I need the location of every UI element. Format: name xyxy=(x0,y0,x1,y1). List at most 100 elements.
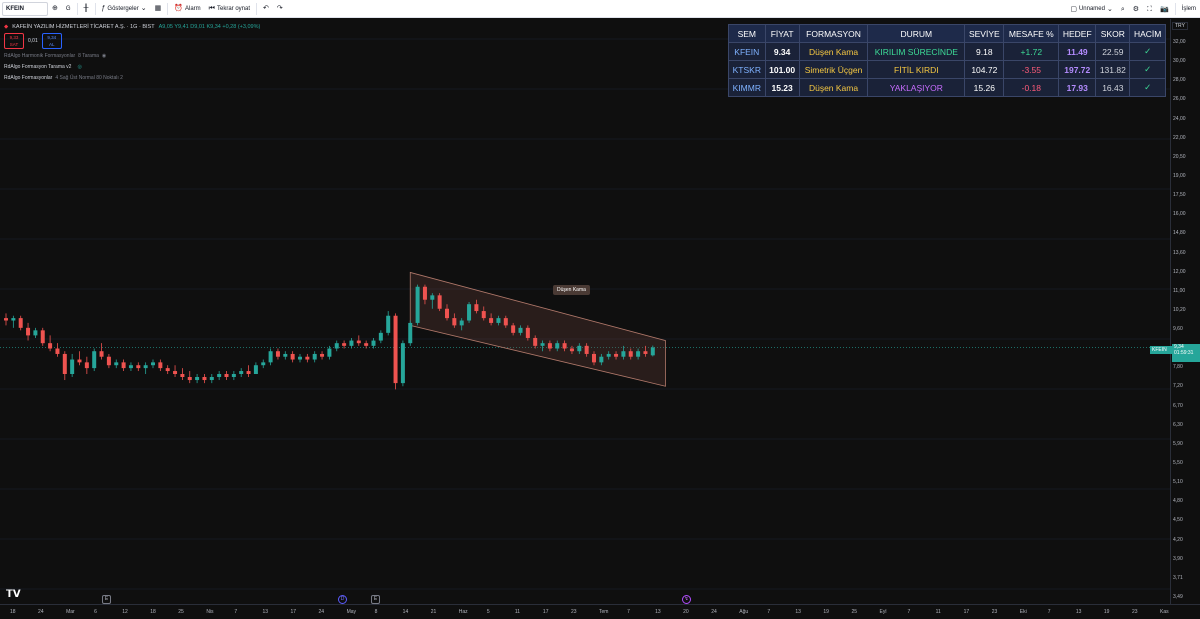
indicator-legend-harmonik[interactable]: RdAlgo Harmonik Formasyonlar 8 Tarama ◉ xyxy=(4,50,260,61)
candle-body xyxy=(378,332,383,341)
candle xyxy=(4,313,8,326)
candle-body xyxy=(231,374,236,378)
candle xyxy=(400,340,405,387)
currency-selector[interactable]: TRY xyxy=(1172,22,1188,30)
candle xyxy=(70,353,75,378)
time-tick-label: May xyxy=(346,609,357,615)
price-tick-label: 32,00 xyxy=(1173,39,1186,45)
wedge-channel[interactable] xyxy=(409,271,666,387)
symbol-title[interactable]: KAFEİN YAZILIM HİZMETLERİ TİCARET A.Ş. ·… xyxy=(12,24,154,30)
candle xyxy=(114,359,119,369)
falling-wedge-pattern xyxy=(409,271,666,387)
price-tick-label: 4,20 xyxy=(1173,536,1183,543)
candle xyxy=(268,348,273,366)
symbol-search[interactable]: KFEIN xyxy=(2,1,48,16)
settings-gear-icon[interactable]: ⚙ xyxy=(1129,2,1143,16)
candle-body xyxy=(92,351,97,369)
table-row[interactable]: KIMMR 15.23 Düşen Kama YAKLAŞIYOR 15.26 -0.18… xyxy=(728,78,1166,97)
interval-button[interactable]: G xyxy=(62,2,75,16)
candle-body xyxy=(106,356,111,366)
candle-body xyxy=(217,374,222,378)
candle-body xyxy=(452,318,457,326)
indicator-legend-tarama[interactable]: RdAlgo Formasyon Tarama v2 ◎ xyxy=(4,61,260,72)
candle-body xyxy=(18,318,23,328)
cell-level: 9.18 xyxy=(964,42,1005,61)
candle-body xyxy=(298,356,302,360)
candle-body xyxy=(77,359,82,363)
cell-volume-check-icon: ✓ xyxy=(1129,78,1166,97)
time-tick-label: 7 xyxy=(1047,609,1051,615)
replay-button[interactable]: ⏮ Tekrar oynat xyxy=(205,2,254,16)
time-tick-label: 5 xyxy=(486,609,490,615)
status-ok-icon: ◎ xyxy=(77,63,82,70)
chart-pane[interactable] xyxy=(0,19,1170,604)
chevron-down-icon: ⌄ xyxy=(1106,5,1113,13)
buy-button[interactable]: 9,34 AL xyxy=(41,33,62,49)
table-row[interactable]: KTSKR 101.00 Simetrik Üçgen FİTİL KIRDI 104.… xyxy=(728,60,1166,79)
layout-button[interactable]: ▢ Unnamed ⌄ xyxy=(1066,2,1117,16)
undo-icon[interactable]: ↶ xyxy=(259,2,273,16)
price-tick-label: 9,60 xyxy=(1173,326,1183,333)
candle xyxy=(180,368,185,381)
time-axis[interactable]: 18 24 Mar 6 12 18 25 Nis 7 13 17 24 May 8 14 21 Haz 5 11 17… xyxy=(0,604,1200,619)
price-axis[interactable]: 32,00 30,00 28,00 26,00 24,00 22,00 20,50 19,00… xyxy=(1170,19,1200,604)
quick-search-icon[interactable]: ⌕ xyxy=(1117,2,1129,16)
time-tick-label: 19 xyxy=(823,609,829,615)
indicator-legend-formasyonlar[interactable]: RdAlgo Formasyonlar 4 Sağ Üst Normal 80 … xyxy=(4,72,260,83)
candle xyxy=(334,340,339,352)
sell-label: SAT xyxy=(9,42,19,47)
cell-distance: -3.55 xyxy=(1003,60,1060,79)
price-tick-label: 14,80 xyxy=(1173,230,1186,237)
alarm-button[interactable]: ⏰ Alarm xyxy=(170,2,204,16)
candle-body xyxy=(562,343,567,349)
candle-body xyxy=(143,365,148,369)
price-tick-label: 5,90 xyxy=(1173,440,1183,447)
sell-button[interactable]: 9,33 SAT xyxy=(4,33,24,49)
candle xyxy=(11,315,16,328)
price-tick-label: 16,00 xyxy=(1173,211,1186,218)
candle xyxy=(253,362,258,375)
legend-title-row: ◆ KAFEİN YAZILIM HİZMETLERİ TİCARET A.Ş.… xyxy=(4,22,260,32)
chart-type-icon[interactable]: ╫ xyxy=(80,2,93,16)
cell-target: 17.93 xyxy=(1058,78,1097,97)
indicators-button[interactable]: ƒ Göstergeler ⌄ xyxy=(98,2,151,16)
top-toolbar: KFEIN ⊕ G ╫ ƒ Göstergeler ⌄ ▦ ⏰ Alarm ⏮ Tekr… xyxy=(0,0,1200,18)
candle-body xyxy=(320,353,325,357)
cell-symbol: KIMMR xyxy=(728,78,766,97)
snapshot-camera-icon[interactable]: 📷 xyxy=(1156,2,1173,16)
cell-price: 9.34 xyxy=(764,42,800,61)
candlestick-chart xyxy=(0,38,1170,590)
fullscreen-icon[interactable]: ⛶ xyxy=(1143,2,1156,16)
candle-body xyxy=(327,348,332,357)
templates-icon[interactable]: ▦ xyxy=(151,2,166,16)
earnings-event-icon[interactable]: E xyxy=(102,595,111,604)
candle-body xyxy=(202,377,207,381)
redo-icon[interactable]: ↷ xyxy=(273,2,287,16)
tradingview-logo-icon[interactable]: 𝗧𝗩 xyxy=(6,589,21,600)
candle xyxy=(356,335,361,346)
candle-body xyxy=(342,343,347,346)
candle-body xyxy=(422,286,427,300)
candle xyxy=(128,362,133,372)
future-event-icon[interactable]: ↯ xyxy=(682,595,691,604)
time-tick-label: 23 xyxy=(570,609,577,615)
candle-body xyxy=(128,365,133,369)
candle-body xyxy=(584,345,589,354)
last-price-tag: 9,34 01:59:31 xyxy=(1172,344,1200,362)
candle-body xyxy=(371,340,376,346)
cell-formation: Düşen Kama xyxy=(798,78,869,97)
hidden-eye-icon[interactable]: ◉ xyxy=(102,53,106,59)
compare-symbol-icon[interactable]: ⊕ xyxy=(48,2,62,16)
time-tick-label: Haz xyxy=(458,609,468,615)
candle-body xyxy=(547,343,552,349)
price-tick-label: 6,30 xyxy=(1173,421,1183,428)
candle-body xyxy=(334,343,339,349)
symbol-logo-icon: ◆ xyxy=(4,24,9,30)
earnings-event-icon[interactable]: E xyxy=(371,595,380,604)
candle-body xyxy=(415,286,420,323)
dividend-event-icon[interactable]: D xyxy=(338,595,347,604)
table-row[interactable]: KFEIN 9.34 Düşen Kama KIRILIM SÜRECİNDE 9.18… xyxy=(728,42,1166,61)
trade-button[interactable]: İşlem xyxy=(1178,2,1200,16)
time-tick-label: Eki xyxy=(1019,609,1027,615)
price-tick-label: 3,71 xyxy=(1173,574,1183,581)
